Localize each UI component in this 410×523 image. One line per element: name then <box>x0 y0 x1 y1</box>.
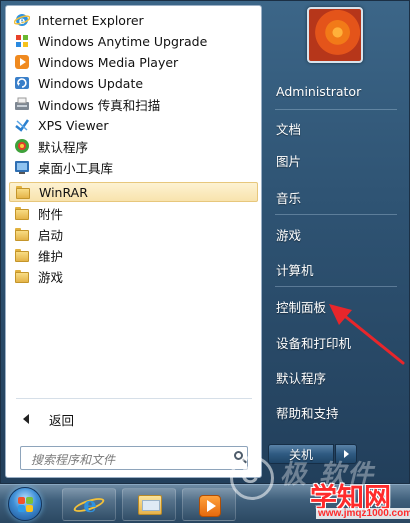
program-item-gadgets[interactable]: 桌面小工具库 <box>9 157 258 177</box>
annotation-arrow-icon <box>329 304 405 365</box>
program-label: 启动 <box>38 227 64 243</box>
internet-explorer-icon: e <box>83 492 97 517</box>
svg-text:e: e <box>19 16 25 27</box>
user-picture[interactable] <box>307 7 363 63</box>
programs-pane: e Internet Explorer Windows Anytime Upgr… <box>5 5 262 478</box>
default-programs-icon <box>14 138 30 154</box>
program-label: Windows 传真和扫描 <box>38 97 161 113</box>
search-input[interactable] <box>20 446 248 470</box>
program-label: 桌面小工具库 <box>38 160 114 176</box>
program-label: XPS Viewer <box>38 117 109 133</box>
folder-icon <box>14 268 30 284</box>
program-item-windows-update[interactable]: Windows Update <box>9 73 258 93</box>
separator <box>275 214 397 215</box>
program-item-fax-scan[interactable]: Windows 传真和扫描 <box>9 94 258 114</box>
windows-update-icon <box>14 75 30 91</box>
back-arrow-icon <box>23 414 29 424</box>
windows-anytime-upgrade-icon <box>14 33 30 49</box>
back-label: 返回 <box>49 412 75 428</box>
program-label: 游戏 <box>38 269 64 285</box>
windows-logo-icon <box>26 497 33 504</box>
folder-icon <box>14 205 30 221</box>
program-item-startup[interactable]: 启动 <box>9 224 258 244</box>
windows-explorer-icon <box>138 495 162 515</box>
right-item-pictures[interactable]: 图片 <box>271 149 401 171</box>
windows-media-player-icon <box>199 495 221 517</box>
program-item-internet-explorer[interactable]: e Internet Explorer <box>9 10 258 30</box>
program-label: Internet Explorer <box>38 12 144 28</box>
program-label: 维护 <box>38 248 64 264</box>
program-label: 默认程序 <box>38 139 89 155</box>
folder-icon <box>15 184 31 200</box>
xps-viewer-icon <box>14 117 30 133</box>
watermark: 极 软件 学知网 www.jmqz1000.com <box>228 450 410 522</box>
right-item-help-support[interactable]: 帮助和支持 <box>271 401 401 423</box>
right-item-documents[interactable]: 文档 <box>271 117 401 139</box>
fax-scan-icon <box>14 96 30 112</box>
windows-media-player-icon <box>14 54 30 70</box>
program-item-windows-anytime-upgrade[interactable]: Windows Anytime Upgrade <box>9 31 258 51</box>
gadgets-icon <box>14 159 30 175</box>
program-item-games[interactable]: 游戏 <box>9 266 258 286</box>
program-item-default-programs[interactable]: 默认程序 <box>9 136 258 156</box>
watermark-logo-icon <box>230 456 274 500</box>
right-item-music[interactable]: 音乐 <box>271 186 401 208</box>
program-item-maintenance[interactable]: 维护 <box>9 245 258 265</box>
program-item-accessories[interactable]: 附件 <box>9 203 258 223</box>
folder-icon <box>14 247 30 263</box>
internet-explorer-icon: e <box>13 12 31 28</box>
right-item-user[interactable]: Administrator <box>271 80 401 102</box>
taskbar-internet-explorer[interactable]: e <box>62 488 116 521</box>
folder-icon <box>14 226 30 242</box>
program-label: Windows Media Player <box>38 54 179 70</box>
windows-logo-icon <box>18 505 25 512</box>
separator <box>16 398 252 399</box>
taskbar-windows-explorer[interactable] <box>122 488 176 521</box>
start-menu: e Internet Explorer Windows Anytime Upgr… <box>0 0 410 484</box>
start-button[interactable] <box>8 487 42 521</box>
program-label: WinRAR <box>39 184 88 200</box>
program-label: Windows Update <box>38 75 144 91</box>
windows-logo-icon <box>18 497 25 504</box>
right-item-computer[interactable]: 计算机 <box>271 258 401 280</box>
separator <box>275 286 397 287</box>
program-label: Windows Anytime Upgrade <box>38 33 208 49</box>
right-item-games[interactable]: 游戏 <box>271 223 401 245</box>
windows-logo-icon <box>26 505 33 512</box>
program-item-windows-media-player[interactable]: Windows Media Player <box>9 52 258 72</box>
watermark-url: www.jmqz1000.com <box>316 508 410 519</box>
program-item-xps-viewer[interactable]: XPS Viewer <box>9 115 258 135</box>
separator <box>275 109 397 110</box>
program-label: 附件 <box>38 206 64 222</box>
back-button[interactable]: 返回 <box>9 408 258 430</box>
program-item-winrar[interactable]: WinRAR <box>9 182 258 202</box>
